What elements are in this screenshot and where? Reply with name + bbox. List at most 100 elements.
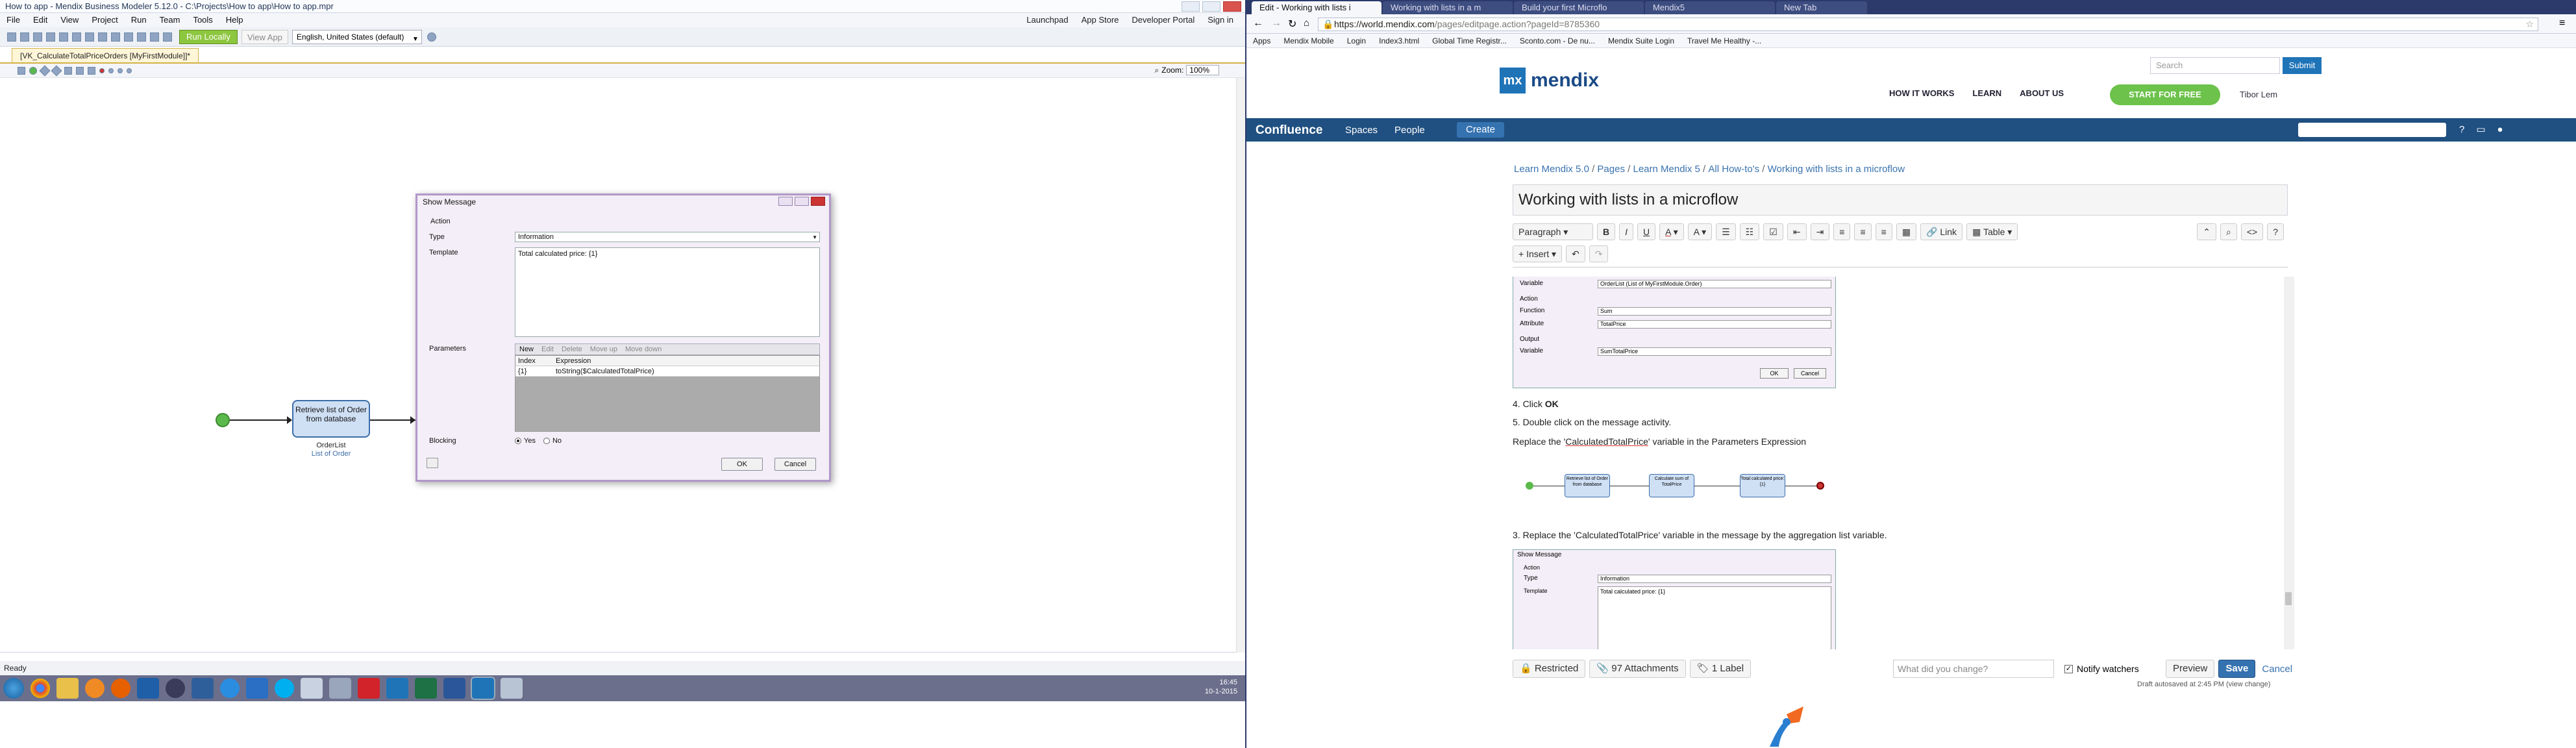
start-event-icon[interactable]: [29, 66, 37, 75]
address-bar[interactable]: 🔒 https://world.mendix.com/pages/editpag…: [1318, 18, 2538, 31]
page-layout-icon[interactable]: ▦: [1896, 223, 1917, 240]
menu-team[interactable]: Team: [153, 13, 187, 27]
editor-scroll-thumb[interactable]: [2285, 592, 2292, 605]
sequence-flow[interactable]: [230, 419, 290, 421]
open-icon[interactable]: [20, 32, 29, 42]
find-replace-icon[interactable]: ⌕: [2220, 223, 2237, 240]
bookmark-item[interactable]: Global Time Registr...: [1426, 34, 1513, 48]
new-icon[interactable]: [7, 32, 16, 42]
align-right-icon[interactable]: ≡: [1875, 223, 1892, 240]
link-button[interactable]: 🔗 Link: [1920, 223, 1963, 240]
menu-view[interactable]: View: [54, 13, 85, 27]
type-select[interactable]: Information ▼: [515, 232, 820, 242]
editor-content[interactable]: Variable OrderList (List of MyFirstModule…: [1513, 277, 2288, 649]
folder-icon[interactable]: [329, 678, 351, 699]
start-button[interactable]: [3, 678, 24, 699]
parameter-icon[interactable]: [76, 66, 84, 75]
create-button[interactable]: Create: [1457, 122, 1505, 138]
breadcrumb-item[interactable]: Working with lists in a microflow: [1768, 164, 1905, 175]
confluence-search-input[interactable]: [2298, 123, 2446, 137]
save-all-icon[interactable]: [46, 32, 55, 42]
browser-tab[interactable]: Edit - Working with lists i: [1252, 1, 1381, 14]
firefox-icon[interactable]: [111, 679, 130, 698]
view-app-button[interactable]: View App: [241, 29, 288, 44]
commit-icon[interactable]: [137, 32, 146, 42]
lync-icon[interactable]: [246, 678, 268, 699]
browser-tab[interactable]: Build your first Microflo: [1514, 1, 1644, 14]
bookmark-item[interactable]: Travel Me Healthy -...: [1681, 34, 1768, 48]
param-move-up-button[interactable]: Move up: [586, 344, 621, 355]
param-delete-button[interactable]: Delete: [558, 344, 586, 355]
acrobat-icon[interactable]: [358, 678, 380, 699]
menu-icon[interactable]: ≡: [2559, 18, 2565, 29]
mendix-logo[interactable]: mx mendix: [1500, 68, 1599, 94]
ok-button[interactable]: OK: [721, 458, 763, 471]
home-icon[interactable]: ⌂: [1304, 18, 1309, 29]
menu-help[interactable]: Help: [219, 13, 250, 27]
minimize-button[interactable]: [1182, 1, 1200, 12]
browser-tab[interactable]: Working with lists in a m: [1383, 1, 1513, 14]
menu-edit[interactable]: Edit: [27, 13, 54, 27]
breadcrumb-item[interactable]: All How-to's: [1708, 164, 1759, 175]
merge-icon[interactable]: [51, 65, 62, 76]
nav-about-us[interactable]: ABOUT US: [2020, 88, 2064, 98]
retrieve-activity[interactable]: Retrieve list of Order from database: [292, 400, 370, 438]
sign-in-link[interactable]: Sign in: [1201, 13, 1240, 27]
media-player-icon[interactable]: [85, 679, 105, 698]
continue-event-icon[interactable]: [118, 68, 123, 73]
save-button[interactable]: Save: [2218, 660, 2256, 678]
internet-explorer-icon[interactable]: [220, 679, 240, 698]
sequence-flow[interactable]: [370, 419, 415, 421]
find-icon[interactable]: [124, 32, 133, 42]
nav-people[interactable]: People: [1394, 125, 1425, 136]
help-icon[interactable]: ?: [2459, 124, 2464, 135]
browser-tab[interactable]: New Tab: [1776, 1, 1867, 14]
bullet-list-icon[interactable]: ☰: [1716, 223, 1736, 240]
menu-run[interactable]: Run: [125, 13, 153, 27]
reload-icon[interactable]: ↻: [1288, 18, 1296, 31]
mendix-icon[interactable]: [386, 678, 408, 699]
dialog-maximize-button[interactable]: [795, 197, 809, 206]
skype-icon[interactable]: [275, 679, 294, 698]
help-icon[interactable]: [427, 458, 438, 468]
table-button[interactable]: ▦ Table ▾: [1966, 223, 2018, 240]
numbered-list-icon[interactable]: ☷: [1739, 223, 1760, 240]
menu-project[interactable]: Project: [85, 13, 124, 27]
error-event-icon[interactable]: [108, 68, 114, 73]
break-event-icon[interactable]: [127, 68, 132, 73]
blocking-no-radio[interactable]: [543, 438, 550, 444]
preview-button[interactable]: Preview: [2166, 660, 2215, 678]
bookmark-apps[interactable]: Apps: [1246, 34, 1277, 48]
zoom-value[interactable]: 100%: [1186, 65, 1219, 75]
zoom-control[interactable]: ⌕ Zoom: 100%: [1155, 65, 1219, 75]
underline-button[interactable]: U: [1637, 223, 1656, 240]
text-color-button[interactable]: A ▾: [1659, 223, 1684, 240]
dialog-close-button[interactable]: [811, 197, 825, 206]
maximize-button[interactable]: [1202, 1, 1220, 12]
restrictions-button[interactable]: 🔒 Restricted: [1513, 660, 1586, 678]
menu-file[interactable]: File: [0, 13, 27, 27]
cancel-button[interactable]: Cancel: [774, 458, 816, 471]
param-new-button[interactable]: New: [515, 344, 538, 355]
labels-button[interactable]: 🏷 1 Label: [1689, 660, 1752, 678]
browser-tab[interactable]: Mendix5: [1645, 1, 1775, 14]
parameters-grid[interactable]: Index Expression {1} toString($Calculate…: [515, 355, 820, 432]
task-list-icon[interactable]: ☑: [1763, 223, 1783, 240]
star-icon[interactable]: ☆: [2525, 18, 2534, 31]
paste-icon[interactable]: [85, 32, 94, 42]
collapse-icon[interactable]: ⌃: [2197, 223, 2216, 240]
paragraph-format-select[interactable]: Paragraph ▾: [1513, 223, 1593, 240]
dialog-minimize-button[interactable]: [778, 197, 793, 206]
undo-icon[interactable]: [98, 32, 107, 42]
back-icon[interactable]: ←: [1253, 18, 1263, 29]
start-event[interactable]: [216, 413, 230, 427]
canvas-scrollbar[interactable]: [1236, 78, 1245, 653]
site-user-name[interactable]: Tibor Lem: [2240, 90, 2277, 99]
confluence-logo[interactable]: Confluence: [1256, 123, 1322, 138]
menu-tools[interactable]: Tools: [186, 13, 219, 27]
nav-spaces[interactable]: Spaces: [1345, 125, 1378, 136]
italic-button[interactable]: I: [1619, 223, 1634, 240]
cut-icon[interactable]: [59, 32, 68, 42]
start-for-free-button[interactable]: START FOR FREE: [2110, 84, 2220, 105]
language-settings-icon[interactable]: [427, 32, 436, 42]
